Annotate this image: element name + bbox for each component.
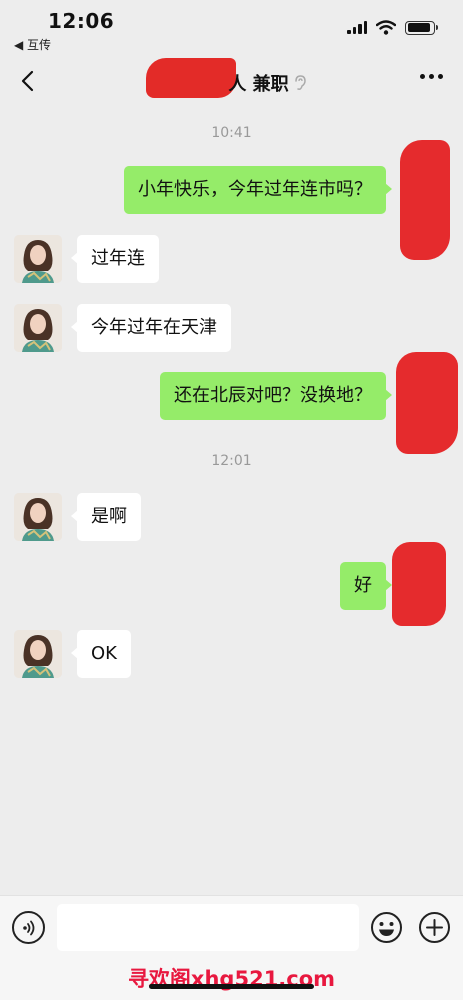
message-bubble-outgoing[interactable]: 还在北辰对吧？没换地？ [160,372,392,420]
voice-icon[interactable] [12,911,45,944]
timestamp: 10:41 [211,125,252,141]
ear-icon [293,74,307,96]
status-icons [347,20,438,35]
avatar[interactable] [14,304,62,352]
message-input[interactable] [57,904,359,951]
message-bubble-incoming[interactable]: OK [71,630,131,678]
avatar[interactable] [14,630,62,678]
wifi-icon [376,20,396,35]
emoji-icon[interactable] [370,911,403,944]
plus-icon[interactable] [418,911,451,944]
timestamp: 12:01 [211,453,252,469]
message-bubble-outgoing[interactable]: 小年快乐，今年过年连市吗？ [124,166,392,214]
home-indicator [149,984,314,989]
redaction-avatar [392,542,446,626]
redaction-avatar [400,140,450,260]
more-icon[interactable] [420,74,443,79]
message-bubble-outgoing[interactable]: 好 [340,562,392,610]
avatar[interactable] [14,493,62,541]
avatar[interactable] [14,235,62,283]
status-bar: 12:06 ◀ 互传 [0,0,463,56]
chat-title: 人 兼职 [0,70,463,96]
chat-header: 人 兼职 [0,56,463,108]
chat-title-text: 人 兼职 [228,74,289,95]
battery-icon [405,20,438,35]
message-bubble-incoming[interactable]: 过年连 [71,235,159,283]
status-time: 12:06 [48,9,115,33]
message-bubble-incoming[interactable]: 今年过年在天津 [71,304,231,352]
message-bubble-incoming[interactable]: 是啊 [71,493,141,541]
signal-icon [347,21,367,34]
redaction-avatar [396,352,458,454]
back-to-app-link[interactable]: ◀ 互传 [14,36,51,53]
